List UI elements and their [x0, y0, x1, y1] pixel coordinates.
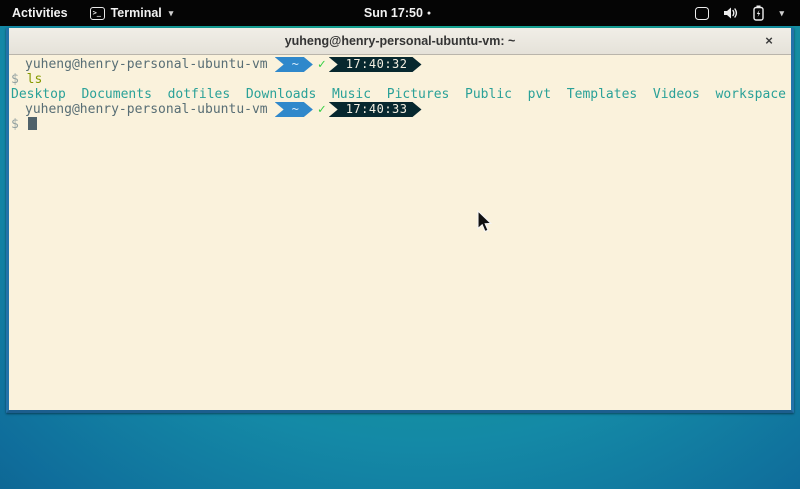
time-badge: 17:40:32: [329, 57, 422, 72]
directory-name: Videos: [653, 87, 700, 102]
directory-name: Documents: [81, 87, 151, 102]
terminal-cursor: [28, 117, 37, 130]
time-badge: 17:40:33: [329, 102, 422, 117]
directory-name: Music: [332, 87, 371, 102]
user-host-label: yuheng@henry-personal-ubuntu-vm: [25, 57, 268, 72]
window-titlebar[interactable]: yuheng@henry-personal-ubuntu-vm: ~ ×: [9, 28, 791, 55]
clock-label: Sun 17:50: [364, 6, 423, 20]
chevron-down-icon: ▾: [779, 8, 784, 19]
directory-name: Downloads: [246, 87, 316, 102]
volume-icon: [723, 6, 739, 20]
user-host-label: yuheng@henry-personal-ubuntu-vm: [25, 102, 268, 117]
activities-button[interactable]: Activities: [0, 0, 80, 26]
chevron-down-icon: ▾: [169, 8, 174, 19]
ls-output: Desktop Documents dotfiles Downloads Mus…: [11, 87, 791, 102]
system-status-menu[interactable]: ▾: [685, 0, 800, 26]
window-title: yuheng@henry-personal-ubuntu-vm: ~: [285, 34, 516, 48]
terminal-app-icon: >_: [90, 7, 105, 20]
desktop-wallpaper: yuheng@henry-personal-ubuntu-vm: ~ × yuh…: [0, 26, 800, 489]
terminal-content[interactable]: yuheng@henry-personal-ubuntu-vm ~ ✓ 17:4…: [9, 55, 791, 410]
app-menu-label: Terminal: [111, 6, 162, 20]
cwd-badge: ~: [275, 57, 313, 72]
directory-name: dotfiles: [168, 87, 231, 102]
screen-icon: [695, 7, 709, 20]
mouse-cursor-icon: [477, 210, 494, 239]
directory-name: Templates: [567, 87, 637, 102]
directory-name: Pictures: [387, 87, 450, 102]
battery-charging-icon: [753, 5, 764, 21]
command-line: $ ls: [11, 72, 791, 87]
terminal-window: yuheng@henry-personal-ubuntu-vm: ~ × yuh…: [6, 28, 794, 413]
check-icon: ✓: [318, 57, 326, 72]
close-icon[interactable]: ×: [760, 32, 778, 50]
clock-button[interactable]: Sun 17:50 ●: [356, 0, 439, 26]
app-menu-button[interactable]: >_ Terminal ▾: [80, 0, 184, 26]
prompt-symbol: $: [11, 72, 19, 87]
typed-command: ls: [27, 72, 43, 87]
notification-dot-icon: ●: [427, 10, 431, 17]
prompt-line: yuheng@henry-personal-ubuntu-vm ~ ✓ 17:4…: [11, 57, 791, 72]
input-line: $: [11, 117, 791, 132]
prompt-line: yuheng@henry-personal-ubuntu-vm ~ ✓ 17:4…: [11, 102, 791, 117]
directory-name: workspace: [716, 87, 786, 102]
directory-name: Desktop: [11, 87, 66, 102]
prompt-symbol: $: [11, 117, 19, 132]
check-icon: ✓: [318, 102, 326, 117]
directory-name: pvt: [528, 87, 551, 102]
top-bar: Activities >_ Terminal ▾ Sun 17:50 ● ▾: [0, 0, 800, 26]
directory-name: Public: [465, 87, 512, 102]
cwd-badge: ~: [275, 102, 313, 117]
